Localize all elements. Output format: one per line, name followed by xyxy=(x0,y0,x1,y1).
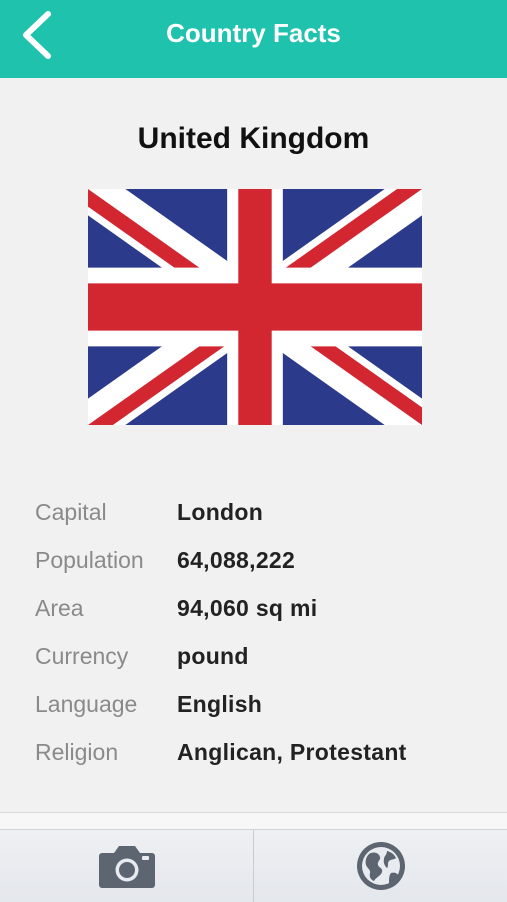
page-title: Country Facts xyxy=(166,18,341,48)
globe-icon xyxy=(356,842,405,890)
fact-label: Area xyxy=(35,594,84,621)
fact-label: Capital xyxy=(35,498,107,525)
fact-label: Currency xyxy=(35,642,129,669)
fact-row-currency: Currency pound xyxy=(35,632,475,680)
facts-list: Capital London Population 64,088,222 Are… xyxy=(35,488,475,776)
fact-value: English xyxy=(177,690,263,717)
fact-row-religion: Religion Anglican, Protestant xyxy=(35,728,475,776)
fact-value: London xyxy=(177,498,264,525)
tab-bar-buttons xyxy=(0,829,507,902)
country-name: United Kingdom xyxy=(137,122,370,155)
fact-row-area: Area 94,060 sq mi xyxy=(35,584,475,632)
fact-label: Population xyxy=(35,546,144,573)
fact-row-language: Language English xyxy=(35,680,475,728)
app-header: Country Facts xyxy=(0,0,507,78)
tab-bar xyxy=(0,812,507,902)
camera-icon xyxy=(98,846,155,888)
fact-value: Anglican, Protestant xyxy=(177,738,407,765)
fact-row-capital: Capital London xyxy=(35,488,475,536)
fact-value: 64,088,222 xyxy=(177,546,296,573)
fact-label: Religion xyxy=(35,738,119,765)
fact-value: pound xyxy=(177,642,249,669)
camera-tab-button[interactable] xyxy=(0,830,253,902)
fact-value: 94,060 sq mi xyxy=(177,594,318,621)
globe-tab-button[interactable] xyxy=(254,830,507,902)
header-zigzag-edge xyxy=(0,70,507,78)
fact-label: Language xyxy=(35,690,138,717)
fact-row-population: Population 64,088,222 xyxy=(35,536,475,584)
country-flag xyxy=(88,189,422,425)
